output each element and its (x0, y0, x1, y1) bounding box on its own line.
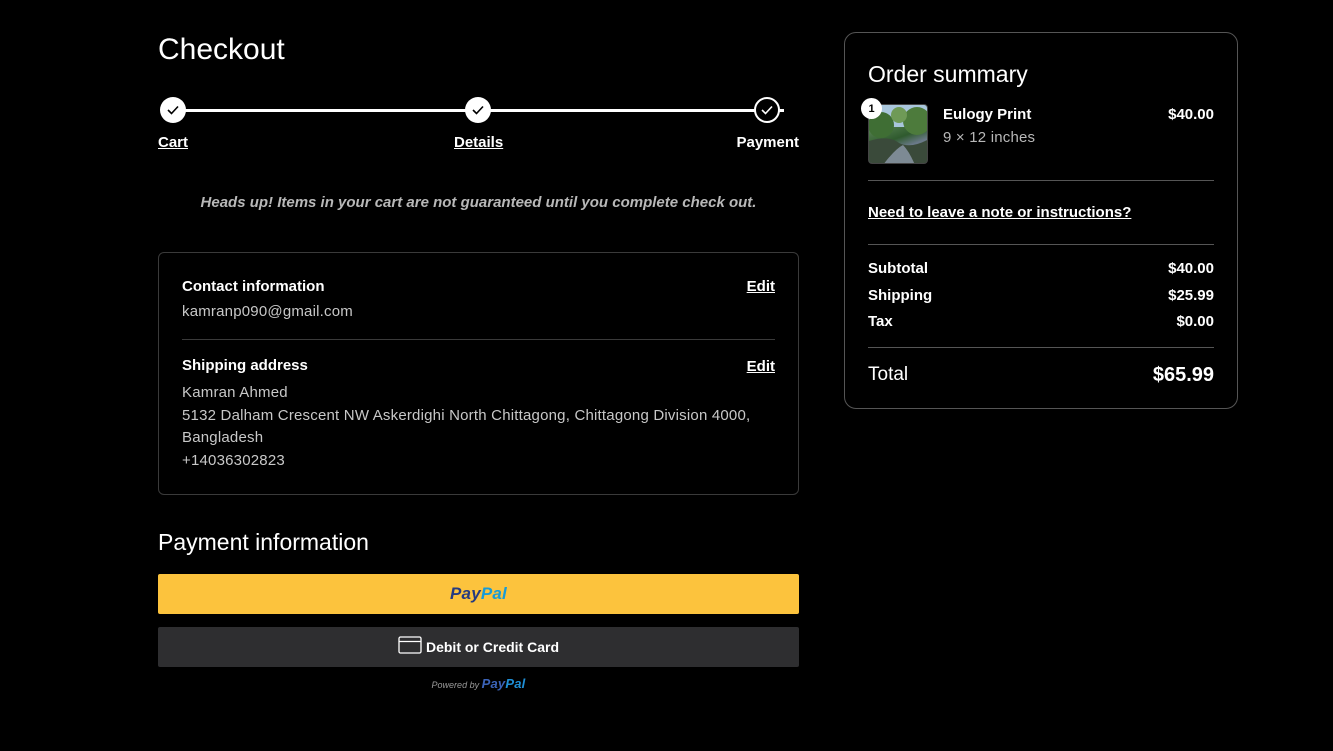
contact-section: Contact information Edit kamranp090@gmai… (182, 277, 775, 324)
order-note-link[interactable]: Need to leave a note or instructions? (868, 203, 1131, 223)
paypal-small-logo-pay: Pay (481, 676, 506, 691)
customer-info-card: Contact information Edit kamranp090@gmai… (158, 252, 799, 495)
total-value: $65.99 (1152, 364, 1214, 386)
contact-heading: Contact information (182, 278, 325, 295)
subtotal-row: Subtotal $40.00 (868, 259, 1214, 279)
shipping-heading: Shipping address (182, 357, 308, 374)
tax-value: $0.00 (1176, 313, 1214, 330)
paypal-logo-pal: Pal (480, 584, 507, 603)
step-cart-link[interactable]: Cart (158, 134, 188, 152)
paypal-small-logo-pal: Pal (505, 676, 526, 691)
shipping-row: Shipping $25.99 (868, 286, 1214, 306)
shipping-name: Kamran Ahmed (182, 384, 288, 401)
total-label: Total (868, 364, 909, 385)
item-price: $40.00 (1168, 106, 1214, 123)
info-divider (182, 339, 775, 340)
summary-divider (868, 244, 1214, 245)
item-quantity-badge: 1 (861, 98, 882, 119)
step-payment-label: Payment (736, 134, 799, 151)
subtotal-label: Subtotal (868, 260, 928, 277)
summary-divider (868, 180, 1214, 181)
shipping-phone: +14036302823 (182, 451, 285, 469)
item-name: Eulogy Print (943, 106, 1032, 123)
step-cart-check-icon (160, 97, 186, 123)
tax-label: Tax (868, 313, 893, 330)
paypal-logo-pay: Pay (450, 584, 481, 603)
step-payment-check-icon (754, 97, 780, 123)
page-title: Checkout (158, 33, 285, 66)
step-details-check-icon (465, 97, 491, 123)
summary-divider (868, 347, 1214, 348)
card-button-label: Debit or Credit Card (425, 639, 559, 655)
paypal-logo: PayPal (450, 584, 507, 604)
powered-by-text: Powered by (431, 680, 480, 690)
debit-credit-card-button[interactable]: Debit or Credit Card (158, 627, 799, 667)
total-row: Total $65.99 (868, 363, 1214, 387)
checkout-stepper: Cart Details Payment (158, 96, 799, 156)
shipping-cost-value: $25.99 (1168, 287, 1214, 304)
subtotal-value: $40.00 (1168, 260, 1214, 277)
order-summary-card: Order summary 1 Eulogy Print 9 × 12 inch… (844, 32, 1238, 409)
order-summary-title: Order summary (868, 61, 1028, 87)
cart-notice: Heads up! Items in your cart are not gua… (200, 194, 757, 211)
tax-row: Tax $0.00 (868, 312, 1214, 332)
paypal-small-logo: PayPal (482, 676, 526, 691)
step-details-link[interactable]: Details (454, 134, 503, 152)
edit-shipping-link[interactable]: Edit (747, 357, 775, 377)
shipping-section: Shipping address Edit Kamran Ahmed 5132 … (182, 356, 775, 472)
shipping-address-line: 5132 Dalham Crescent NW Askerdighi North… (182, 406, 751, 424)
shipping-cost-label: Shipping (868, 287, 933, 304)
payment-title: Payment information (158, 529, 369, 555)
item-variant: 9 × 12 inches (943, 129, 1036, 146)
contact-email: kamranp090@gmail.com (182, 303, 353, 320)
shipping-country: Bangladesh (182, 429, 264, 446)
credit-card-icon (398, 635, 422, 659)
powered-by-paypal: Powered by PayPal (158, 676, 799, 693)
edit-contact-link[interactable]: Edit (747, 277, 775, 297)
paypal-button[interactable]: PayPal (158, 574, 799, 614)
